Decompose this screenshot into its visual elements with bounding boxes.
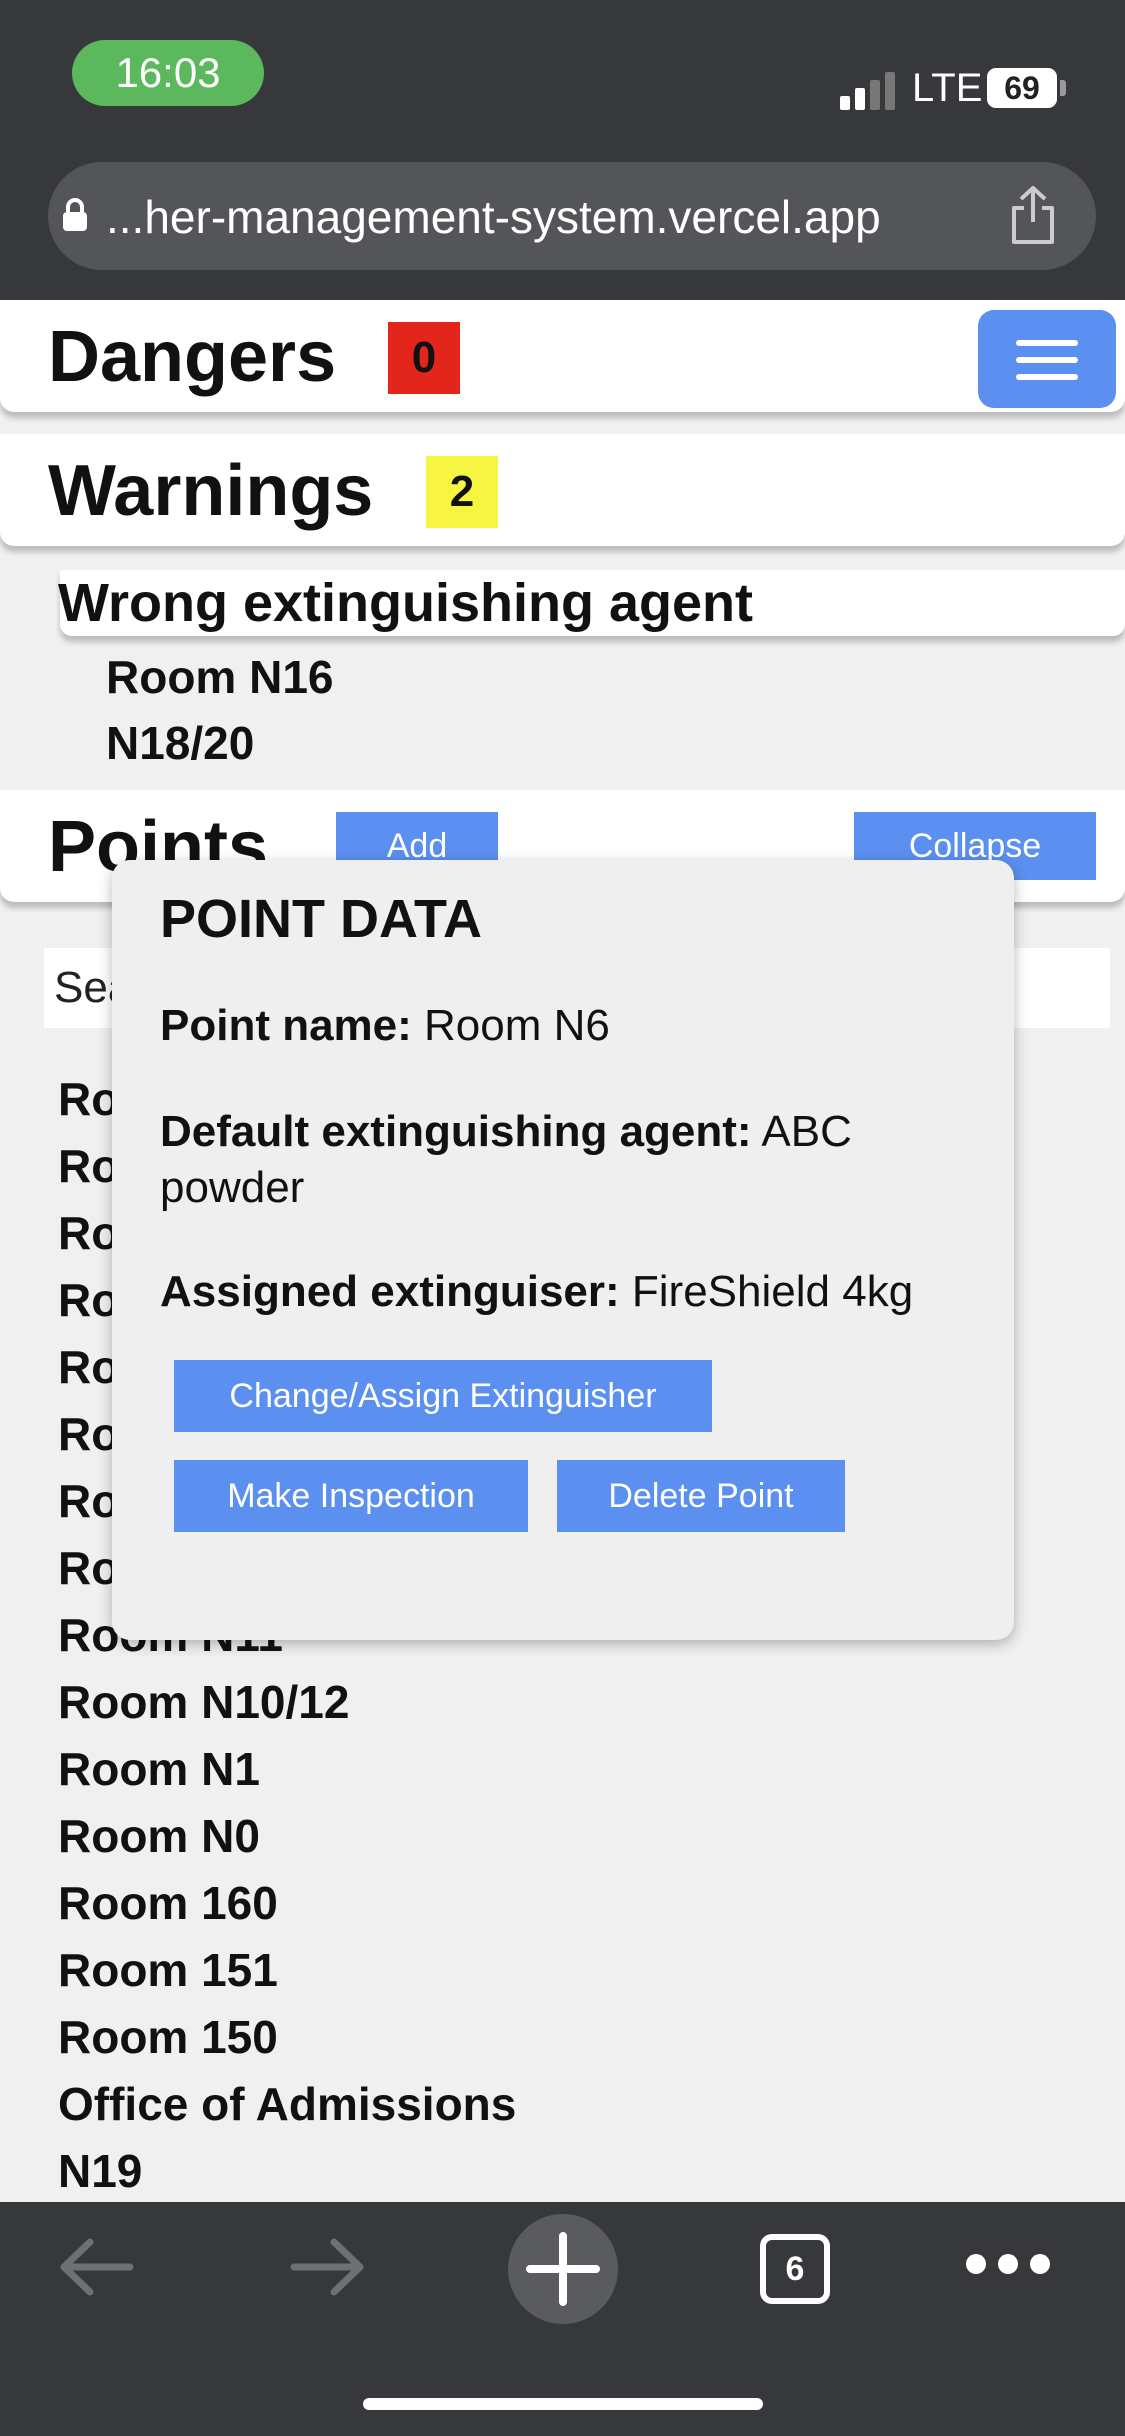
make-inspection-button[interactable]: Make Inspection bbox=[174, 1460, 528, 1532]
lock-icon bbox=[63, 198, 87, 231]
point-name-value: Room N6 bbox=[424, 1001, 610, 1050]
point-list-item[interactable]: Room 160 bbox=[58, 1876, 278, 1930]
url-text: ...her-management-system.vercel.app bbox=[106, 191, 881, 243]
extinguisher-field: Assigned extinguiser: FireShield 4kg bbox=[160, 1264, 980, 1320]
point-list-item[interactable]: Room 150 bbox=[58, 2010, 278, 2064]
signal-icon bbox=[840, 70, 896, 110]
home-indicator bbox=[363, 2398, 763, 2410]
point-list-item[interactable]: Office of Admissions bbox=[58, 2077, 516, 2131]
network-type: LTE bbox=[912, 66, 983, 110]
hamburger-icon-line bbox=[1016, 374, 1078, 380]
extinguisher-label: Assigned extinguiser: bbox=[160, 1267, 620, 1316]
share-icon[interactable] bbox=[1006, 184, 1060, 246]
status-time: 16:03 bbox=[72, 40, 264, 106]
point-list-item[interactable]: Room N0 bbox=[58, 1809, 260, 1863]
hamburger-icon-line bbox=[1016, 340, 1078, 346]
point-list-item[interactable]: Room N10/12 bbox=[58, 1675, 349, 1729]
dangers-title: Dangers bbox=[48, 317, 337, 397]
browser-top-chrome: 16:03 LTE 69 ...her-management-system.ve… bbox=[0, 0, 1125, 300]
point-list-item[interactable]: Ro bbox=[58, 1139, 119, 1193]
back-arrow-icon[interactable] bbox=[56, 2232, 136, 2302]
warning-group-title: Wrong extinguishing agent bbox=[58, 573, 753, 633]
warnings-count-badge: 2 bbox=[426, 456, 498, 528]
warnings-title: Warnings bbox=[48, 451, 374, 531]
point-list-item[interactable]: Ro bbox=[58, 1206, 119, 1260]
point-list-item[interactable]: N19 bbox=[58, 2144, 142, 2198]
battery-icon: 69 bbox=[987, 68, 1057, 108]
warning-item[interactable]: N18/20 bbox=[106, 716, 254, 770]
point-list-item[interactable]: Room 151 bbox=[58, 1943, 278, 1997]
point-list-item[interactable]: Ro bbox=[58, 1407, 119, 1461]
point-name-label: Point name: bbox=[160, 1001, 412, 1050]
agent-label: Default extinguishing agent: bbox=[160, 1107, 752, 1156]
point-list-item[interactable]: Ro bbox=[58, 1072, 119, 1126]
tabs-button[interactable]: 6 bbox=[760, 2234, 830, 2304]
point-list-item[interactable]: Ro bbox=[58, 1474, 119, 1528]
more-icon[interactable] bbox=[966, 2254, 1050, 2274]
battery-tip bbox=[1060, 80, 1066, 96]
plus-icon bbox=[526, 2232, 600, 2306]
modal-title: POINT DATA bbox=[160, 889, 482, 949]
point-list-item[interactable]: Ro bbox=[58, 1340, 119, 1394]
point-list-item[interactable]: Ro bbox=[58, 1541, 119, 1595]
forward-arrow-icon[interactable] bbox=[288, 2232, 368, 2302]
point-name-field: Point name: Room N6 bbox=[160, 998, 980, 1054]
address-bar[interactable]: ...her-management-system.vercel.app bbox=[48, 162, 1096, 270]
dangers-count-badge: 0 bbox=[388, 322, 460, 394]
new-tab-button[interactable] bbox=[508, 2214, 618, 2324]
agent-field: Default extinguishing agent: ABC powder bbox=[160, 1104, 980, 1216]
menu-button[interactable] bbox=[978, 310, 1116, 408]
extinguisher-value: FireShield 4kg bbox=[631, 1267, 914, 1316]
delete-point-button[interactable]: Delete Point bbox=[557, 1460, 845, 1532]
warning-item[interactable]: Room N16 bbox=[106, 650, 333, 704]
change-extinguisher-button[interactable]: Change/Assign Extinguisher bbox=[174, 1360, 712, 1432]
point-list-item[interactable]: Room N1 bbox=[58, 1742, 260, 1796]
hamburger-icon-line bbox=[1016, 357, 1078, 363]
point-list-item[interactable]: Ro bbox=[58, 1273, 119, 1327]
point-data-modal: POINT DATA Point name: Room N6 Default e… bbox=[112, 860, 1014, 1640]
